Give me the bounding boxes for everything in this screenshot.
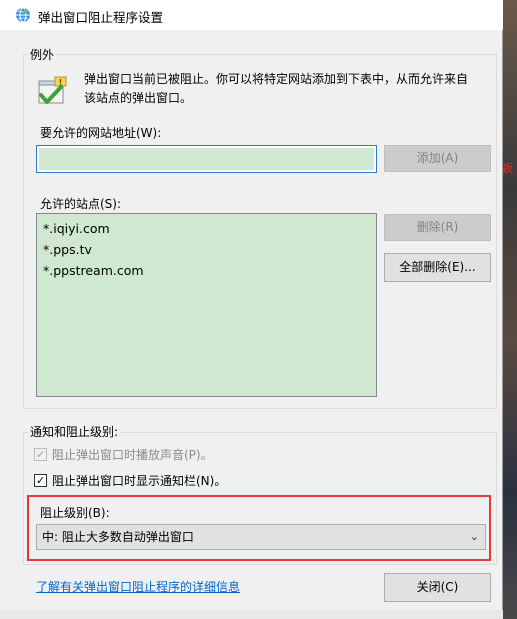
description-line-1: 弹出窗口当前已被阻止。你可以将特定网站添加到下表中，从而允许来自: [84, 72, 469, 86]
block-level-label: 阻止级别(B):: [40, 506, 110, 520]
address-input[interactable]: [36, 145, 377, 173]
address-label: 要允许的网站地址(W):: [40, 126, 162, 140]
checkmark-icon: ✓: [36, 447, 46, 461]
address-input-value: [39, 148, 374, 170]
close-button[interactable]: 关闭(C): [384, 573, 491, 602]
allowed-sites-label: 允许的站点(S):: [40, 197, 122, 211]
window-title: 弹出窗口阻止程序设置: [38, 10, 164, 25]
chevron-down-icon: ⌄: [469, 530, 479, 543]
learn-more-link[interactable]: 了解有关弹出窗口阻止程序的详细信息: [36, 578, 240, 595]
add-button[interactable]: 添加(A): [384, 145, 491, 172]
play-sound-checkbox: ✓: [34, 447, 47, 461]
list-item[interactable]: *.ppstream.com: [43, 260, 370, 281]
exceptions-description: 弹出窗口当前已被阻止。你可以将特定网站添加到下表中，从而允许来自 该站点的弹出窗…: [84, 70, 484, 108]
notifications-group-label: 通知和阻止级别:: [28, 423, 121, 440]
description-line-2: 该站点的弹出窗口。: [84, 91, 193, 105]
list-item[interactable]: *.iqiyi.com: [43, 218, 370, 239]
exceptions-group-label: 例外: [28, 46, 57, 63]
remove-all-button[interactable]: 全部删除(E)...: [384, 253, 491, 282]
ie-globe-icon: [16, 7, 30, 23]
popup-shield-icon: !: [38, 76, 67, 104]
remove-button[interactable]: 删除(R): [384, 214, 491, 241]
show-bar-checkbox[interactable]: ✓: [34, 473, 47, 487]
allowed-sites-list[interactable]: *.iqiyi.com *.pps.tv *.ppstream.com: [36, 213, 377, 397]
checkmark-icon: ✓: [36, 473, 46, 487]
show-bar-checkbox-row[interactable]: ✓ 阻止弹出窗口时显示通知栏(N)。: [34, 472, 226, 488]
show-bar-label: 阻止弹出窗口时显示通知栏(N)。: [52, 473, 227, 488]
play-sound-label: 阻止弹出窗口时播放声音(P)。: [52, 447, 213, 462]
bottom-edge: [0, 610, 503, 619]
title-bar[interactable]: 弹出窗口阻止程序设置: [0, 0, 503, 30]
list-item[interactable]: *.pps.tv: [43, 239, 370, 260]
background-red-text: 扳: [502, 162, 513, 175]
block-level-value: 中: 阻止大多数自动弹出窗口: [42, 530, 194, 544]
play-sound-checkbox-row: ✓ 阻止弹出窗口时播放声音(P)。: [34, 446, 213, 462]
block-level-select[interactable]: 中: 阻止大多数自动弹出窗口 ⌄: [36, 524, 486, 550]
popup-blocker-settings-dialog: 弹出窗口阻止程序设置 例外 ! 弹出窗口当前已被阻止。你可以将特定网站添加到下表…: [0, 0, 503, 619]
